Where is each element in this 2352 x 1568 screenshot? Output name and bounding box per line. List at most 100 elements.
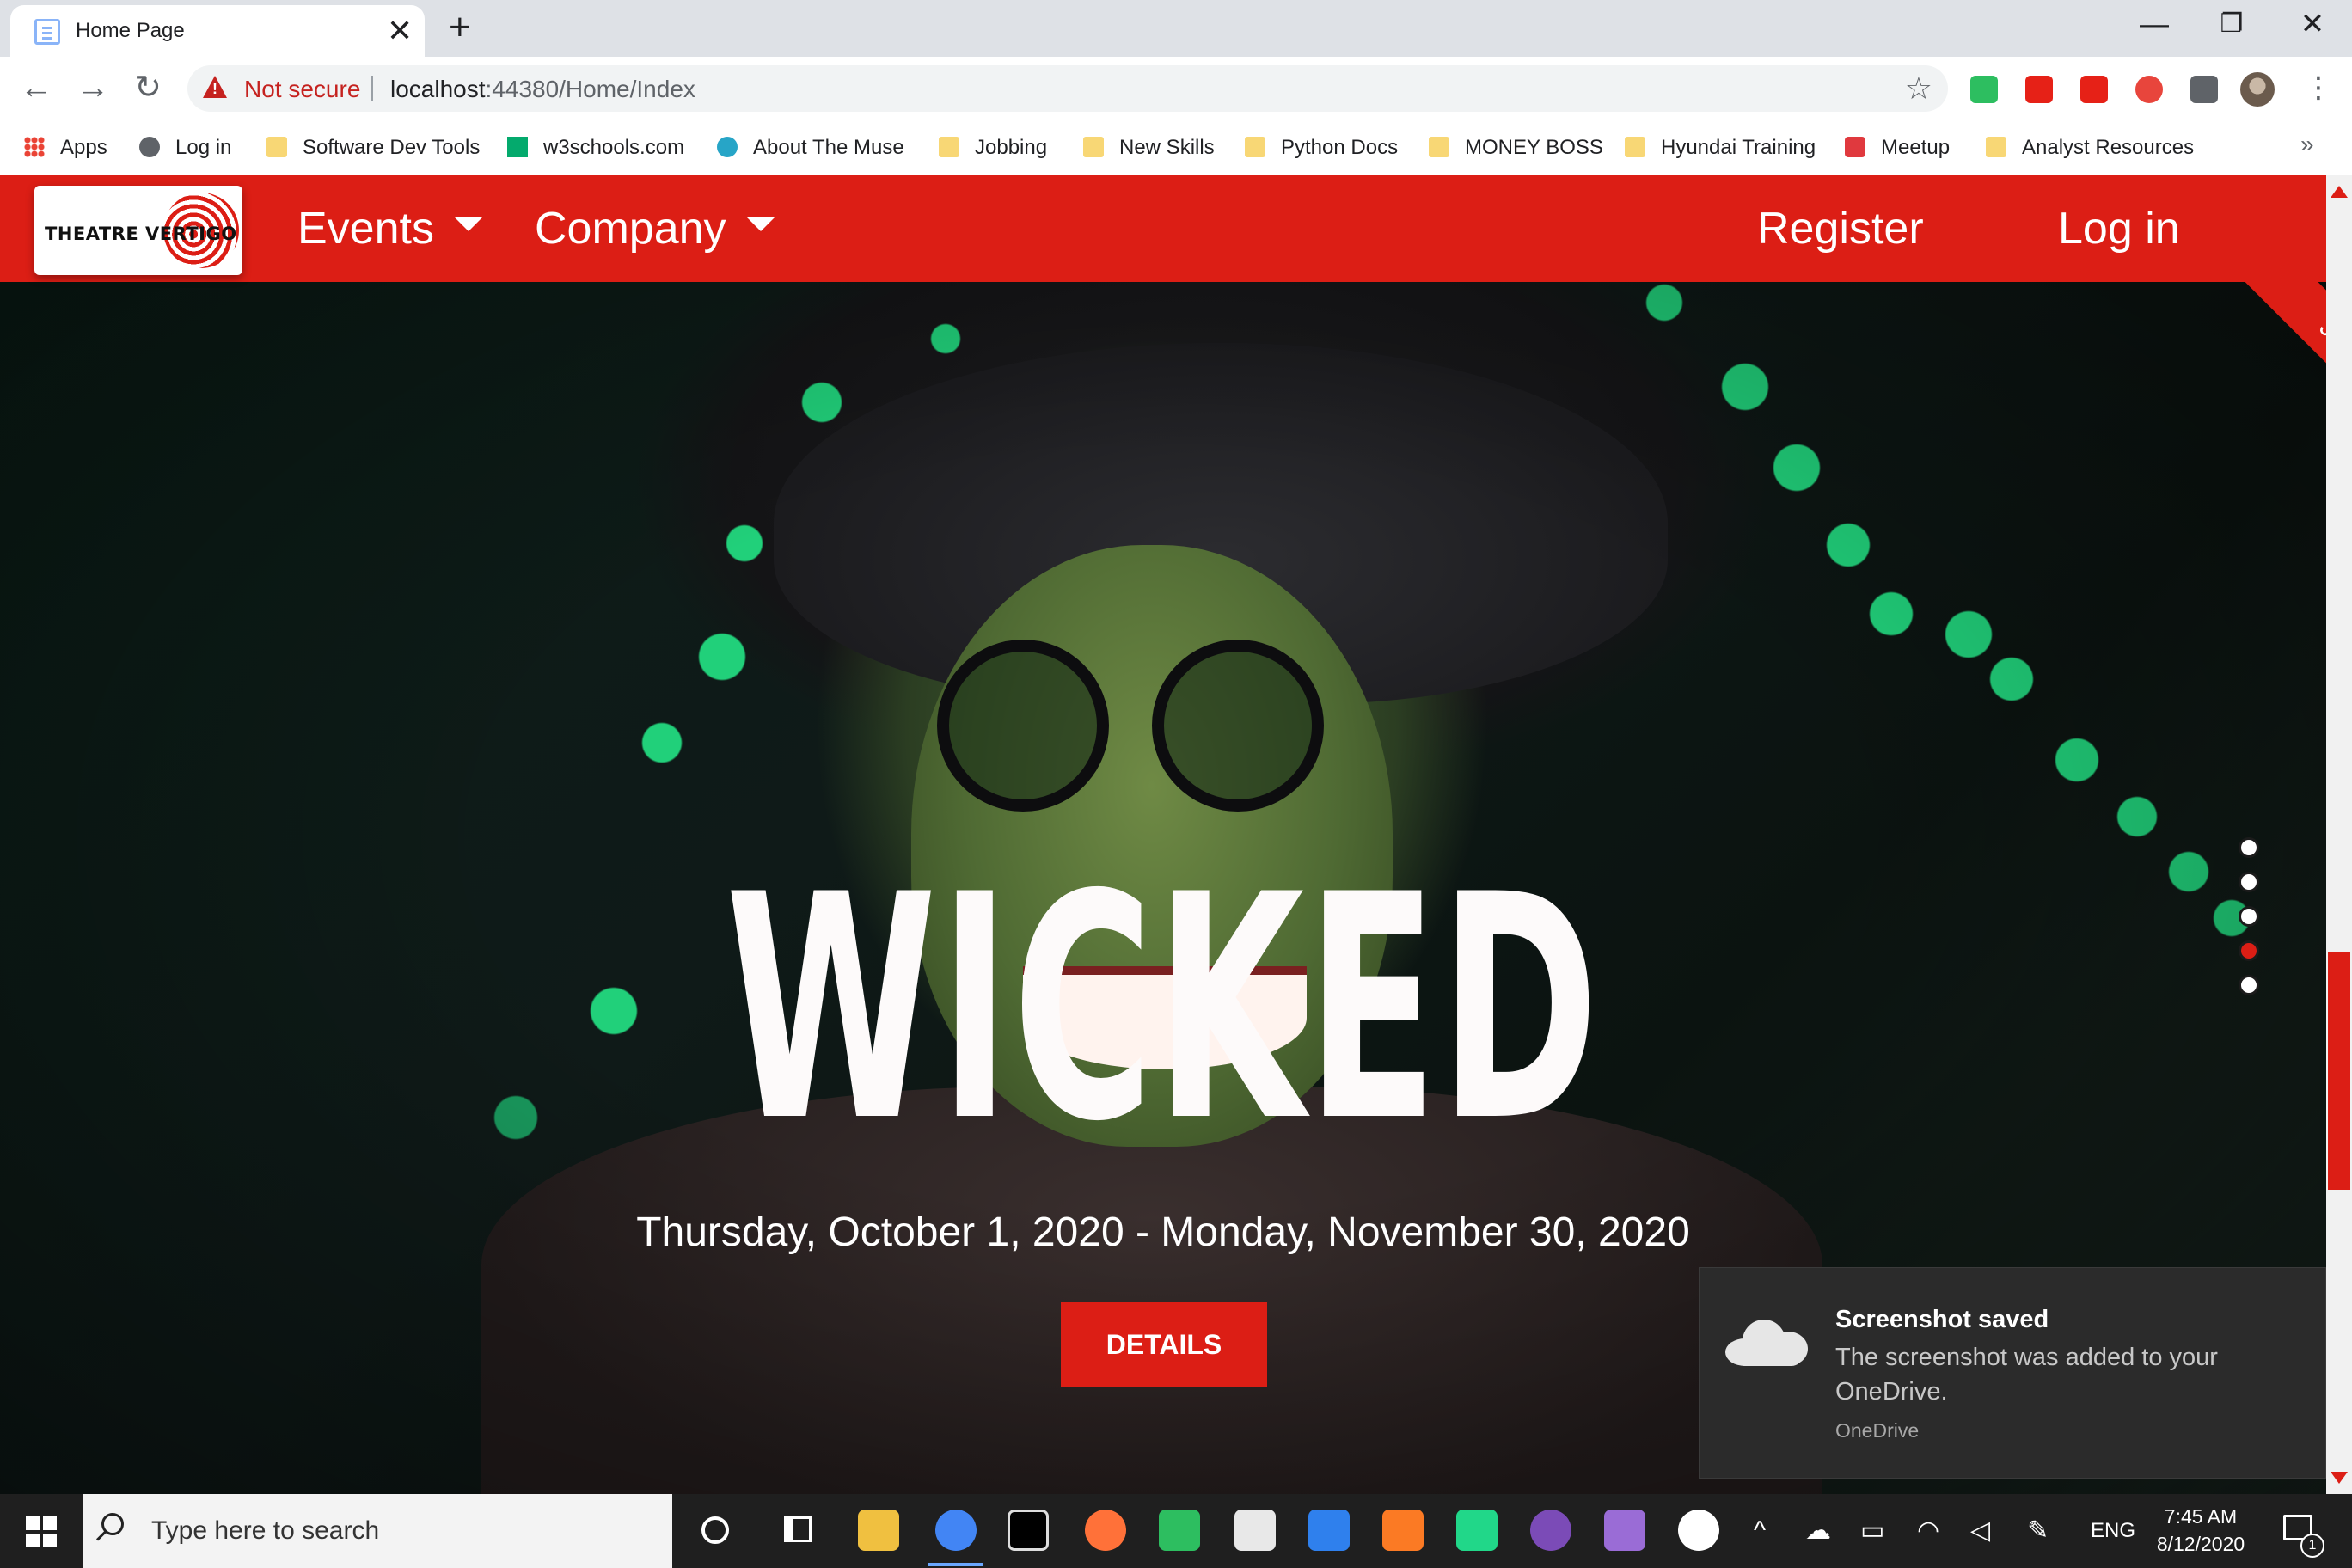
battery-icon[interactable]: ▭ [1860, 1516, 1884, 1546]
forward-button[interactable]: → [74, 69, 112, 107]
notepad-icon[interactable] [1234, 1510, 1276, 1551]
bookmark-hyundai-training[interactable]: Hyundai Training [1625, 131, 1816, 165]
bookmark-meetup[interactable]: Meetup [1845, 131, 1950, 165]
carousel-dot[interactable] [2239, 975, 2259, 995]
folder-icon [266, 137, 287, 157]
restore-window-button[interactable]: ❐ [2206, 7, 2257, 41]
new-tab-button[interactable]: + [449, 7, 471, 48]
bookmark-w3schools[interactable]: w3schools.com [507, 131, 684, 165]
profile-avatar[interactable] [2240, 72, 2275, 107]
url-text[interactable]: localhost:44380/Home/Index [390, 76, 695, 103]
globe-icon [139, 137, 160, 157]
bookmark-about-the-muse[interactable]: About The Muse [717, 131, 904, 165]
bookmark-new-skills[interactable]: New Skills [1083, 131, 1215, 165]
browser-toolbar: ← → ↻ Not secure localhost:44380/Home/In… [0, 57, 2352, 120]
bookmark-analyst-resources[interactable]: Analyst Resources [1986, 131, 2194, 165]
back-button[interactable]: ← [17, 69, 55, 107]
wifi-icon[interactable]: ◠ [1917, 1516, 1939, 1546]
chrome-icon[interactable] [928, 1510, 983, 1566]
bookmark-software-dev-tools[interactable]: Software Dev Tools [266, 131, 480, 165]
onedrive-notification[interactable]: Screenshot saved The screenshot was adde… [1699, 1267, 2326, 1479]
omnibox-divider [371, 76, 373, 101]
scroll-up-arrow-icon[interactable] [2331, 186, 2348, 198]
puzzle-extensions-icon[interactable] [2190, 76, 2218, 103]
terminal-icon[interactable] [1008, 1510, 1049, 1551]
evernote-icon[interactable] [1159, 1510, 1200, 1551]
bookmark-jobbing[interactable]: Jobbing [939, 131, 1047, 165]
pycharm-icon[interactable] [1456, 1510, 1498, 1551]
bookmark-label: Python Docs [1281, 136, 1399, 159]
file-explorer-icon[interactable] [858, 1510, 899, 1551]
nav-register-link[interactable]: Register [1757, 201, 1924, 256]
muse-icon [717, 137, 738, 157]
xampp-icon[interactable] [1382, 1510, 1424, 1551]
slack-icon[interactable] [1678, 1510, 1719, 1551]
folder-icon [939, 137, 959, 157]
security-status[interactable]: Not secure [244, 76, 360, 103]
bookmark-label: New Skills [1119, 136, 1215, 159]
youtube-extension-icon[interactable] [2025, 76, 2053, 103]
pen-icon[interactable]: ✎ [2027, 1516, 2049, 1546]
carousel-dot[interactable] [2239, 940, 2259, 961]
visual-studio-icon[interactable] [1604, 1510, 1645, 1551]
folder-icon [1625, 137, 1645, 157]
reload-button[interactable]: ↻ [129, 69, 167, 107]
cortana-icon[interactable] [701, 1516, 729, 1544]
onedrive-tray-icon[interactable]: ☁ [1805, 1516, 1831, 1546]
taskbar-search-box[interactable]: Type here to search [83, 1494, 672, 1568]
site-navbar: THEATRE VERTIGO Events Company Register … [0, 175, 2326, 282]
browser-menu-icon[interactable]: ⋮ [2304, 70, 2333, 105]
theatre-vertigo-logo[interactable]: THEATRE VERTIGO [34, 186, 242, 275]
bookmark-label: Analyst Resources [2022, 136, 2195, 159]
taskbar-clock[interactable]: 7:45 AM 8/12/2020 [2132, 1503, 2269, 1558]
logo-text: THEATRE VERTIGO [45, 224, 237, 244]
carousel-dot[interactable] [2239, 837, 2259, 858]
bookmark-label: Hyundai Training [1661, 136, 1816, 159]
firefox-icon[interactable] [1085, 1510, 1126, 1551]
hero-dates: Thursday, October 1, 2020 - Monday, Nove… [636, 1210, 1690, 1255]
page-scrollbar[interactable] [2326, 175, 2352, 1494]
browser-tab[interactable]: Home Page ✕ [10, 5, 425, 57]
folder-icon [1986, 137, 2006, 157]
close-tab-icon[interactable]: ✕ [387, 14, 413, 48]
windows-start-icon[interactable] [26, 1516, 57, 1547]
bookmark-apps[interactable]: Apps [24, 131, 107, 165]
windows-taskbar: Type here to search ^ ☁ ▭ ◠ ◁ ✎ ENG 7:45… [0, 1494, 2352, 1568]
bookmark-python-docs[interactable]: Python Docs [1245, 131, 1398, 165]
nav-events-dropdown[interactable]: Events [297, 201, 482, 256]
nav-login-link[interactable]: Log in [2058, 201, 2180, 256]
minimize-window-button[interactable]: — [2128, 7, 2180, 41]
language-indicator[interactable]: ENG [2091, 1516, 2135, 1546]
volume-icon[interactable]: ◁ [1970, 1516, 1990, 1546]
scroll-down-arrow-icon[interactable] [2331, 1472, 2348, 1484]
details-button[interactable]: DETAILS [1061, 1302, 1267, 1387]
nav-company-dropdown[interactable]: Company [535, 201, 775, 256]
bookmark-label: Apps [60, 136, 107, 159]
address-bar[interactable]: Not secure localhost:44380/Home/Index ☆ [187, 65, 1948, 112]
carousel-dot[interactable] [2239, 872, 2259, 892]
scrollbar-thumb[interactable] [2328, 952, 2350, 1190]
bookmark-money-boss[interactable]: MONEY BOSS [1429, 131, 1603, 165]
folder-icon [1429, 137, 1449, 157]
close-window-button[interactable]: ✕ [2287, 7, 2338, 41]
browser-titlebar: Home Page ✕ + — ❐ ✕ [0, 0, 2352, 57]
notification-source: OneDrive [1835, 1419, 1920, 1442]
youtube-alt-extension-icon[interactable] [2080, 76, 2108, 103]
folder-icon [1083, 137, 1104, 157]
vscode-icon[interactable] [1308, 1510, 1350, 1551]
record-extension-icon[interactable] [2135, 76, 2163, 103]
task-view-icon[interactable] [784, 1516, 812, 1542]
warning-icon[interactable] [203, 76, 227, 98]
evernote-extension-icon[interactable] [1970, 76, 1998, 103]
url-path: :44380/Home/Index [485, 76, 695, 102]
show-hidden-icons-icon[interactable]: ^ [1754, 1516, 1766, 1546]
bookmark-star-icon[interactable]: ☆ [1905, 70, 1932, 107]
notification-count-badge: 1 [2300, 1534, 2324, 1558]
more-bookmarks-icon[interactable]: » [2300, 131, 2314, 158]
tab-title: Home Page [76, 19, 185, 42]
bookmark-log-in[interactable]: Log in [139, 131, 231, 165]
nav-company-label: Company [535, 204, 726, 254]
search-placeholder: Type here to search [151, 1516, 380, 1545]
github-icon[interactable] [1530, 1510, 1571, 1551]
carousel-dot[interactable] [2239, 906, 2259, 927]
